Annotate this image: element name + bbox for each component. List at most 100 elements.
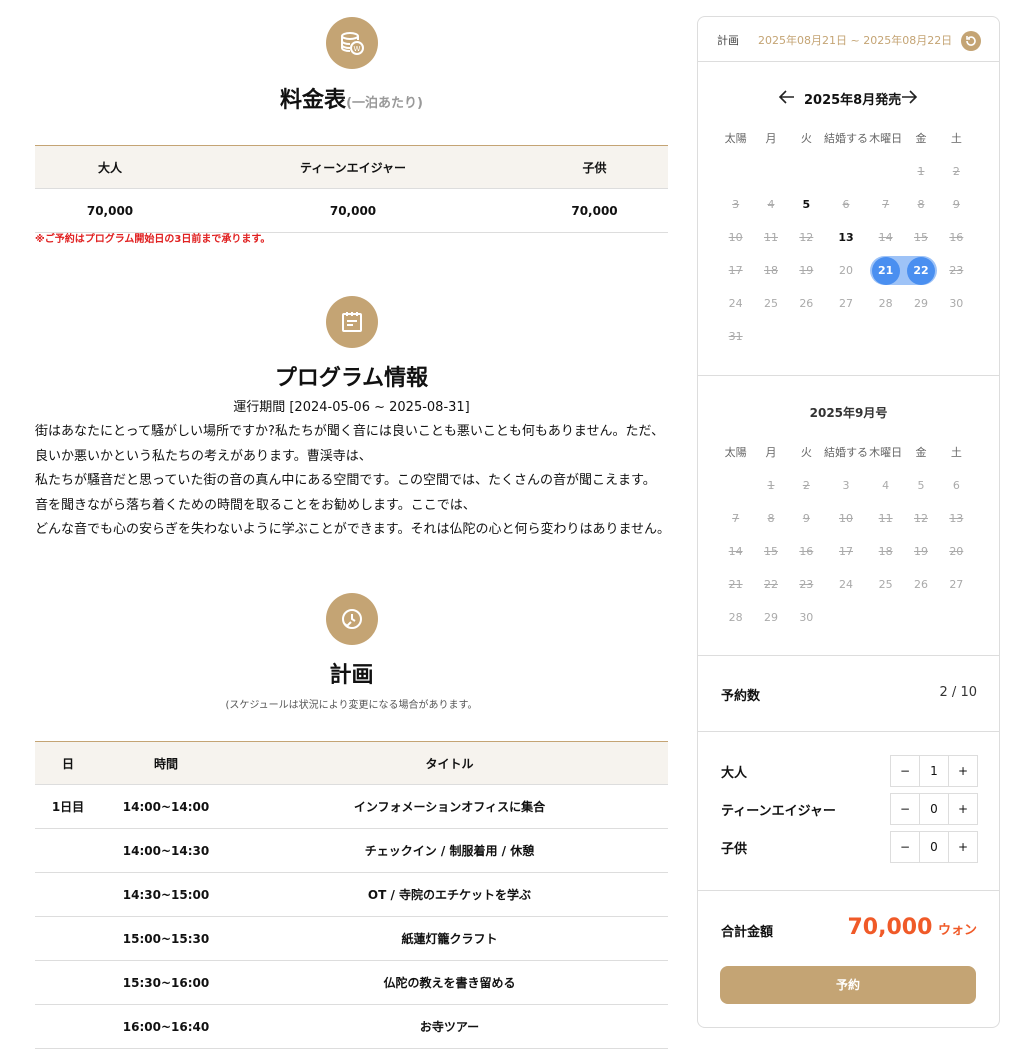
calendar-day: 3: [732, 198, 740, 211]
calendar-day: 2: [802, 479, 810, 492]
calendar-day: 20: [949, 545, 964, 558]
coins-icon: W: [326, 17, 378, 69]
schedule-header-time: 時間: [101, 741, 231, 785]
calendar-day: 29: [763, 611, 778, 624]
plus-icon[interactable]: +: [949, 794, 977, 824]
calendar-day: 11: [878, 512, 893, 525]
calendar-day: 12: [799, 231, 814, 244]
calendar-day: 4: [882, 479, 890, 492]
calendar-day: 27: [949, 578, 964, 591]
calendar-day: 27: [838, 297, 853, 310]
weekday-header: 結婚する: [823, 446, 868, 459]
calendar-day: 4: [767, 198, 775, 211]
calendar-day: 6: [842, 198, 850, 211]
calendar-day: 22: [763, 578, 778, 591]
calendar-day: 18: [878, 545, 893, 558]
calendar-empty: [824, 155, 868, 188]
calendar-day: 19: [799, 264, 814, 277]
fee-header-child: 子供: [521, 145, 668, 189]
adult-stepper[interactable]: − 1 +: [890, 755, 978, 787]
total-label: 合計金額: [721, 925, 774, 940]
calendar-empty: [868, 155, 903, 188]
plus-icon[interactable]: +: [949, 756, 977, 786]
table-row: 14:30~15:00 OT / 寺院のエチケットを学ぶ: [35, 872, 668, 917]
schedule-note: (スケジュールは状況により変更になる場合があります。: [225, 700, 478, 711]
fee-header-adult: 大人: [35, 145, 185, 189]
calendar-day: 7: [732, 512, 740, 525]
prev-month-button[interactable]: [778, 88, 796, 111]
calendar-day: 10: [728, 231, 743, 244]
reset-icon[interactable]: [961, 31, 981, 51]
teen-label: ティーンエイジャー: [721, 804, 836, 819]
calendar-day: 17: [728, 264, 743, 277]
fee-teen: 70,000: [185, 188, 521, 233]
calendar-day: 9: [802, 512, 810, 525]
calendar-day: 24: [728, 297, 743, 310]
adult-count: 1: [919, 756, 949, 786]
calendar-day: 25: [878, 578, 893, 591]
calendar-day[interactable]: 21: [868, 254, 904, 287]
calendar-september: 太陽月火結婚する 木曜日金土 1 2 3 4 5 6 7 8 9 10 11 12 13 14 15 16 17 18…: [718, 436, 974, 634]
calendar-day[interactable]: 13: [824, 221, 868, 254]
next-month-button[interactable]: [900, 88, 918, 110]
fee-header-teen: ティーンエイジャー: [185, 145, 521, 189]
child-count: 0: [919, 832, 949, 862]
calendar-empty: [718, 469, 753, 502]
fee-adult: 70,000: [35, 188, 185, 233]
calendar-day: 1: [767, 479, 775, 492]
clock-check-icon: [326, 593, 378, 645]
total-price: 70,000 ウォン: [848, 915, 978, 940]
plan-label: 計画: [717, 34, 739, 47]
weekday-header: 木曜日: [869, 446, 903, 459]
calendar-day: 28: [728, 611, 743, 624]
calendar-august: 太陽月火結婚する 木曜日金土 1 2 3 4 5 6 7 8 9 10 11 12 13 14 15 16 17 18…: [718, 122, 974, 353]
plan-range: 2025年08月21日 ~ 2025年08月22日: [758, 34, 953, 47]
program-description: 街はあなたにとって騒がしい場所ですか?私たちが聞く音には良いことも悪いことも何も…: [35, 420, 675, 543]
calendar-day: 28: [878, 297, 893, 310]
calendar-day: 7: [882, 198, 890, 211]
calendar-day: 14: [728, 545, 743, 558]
calendar-day: 16: [949, 231, 964, 244]
total-amount: 70,000: [847, 915, 933, 940]
calendar-day: 31: [728, 330, 743, 343]
calendar-day: 16: [799, 545, 814, 558]
schedule-header-title: タイトル: [231, 741, 668, 785]
calendar-day: 25: [763, 297, 778, 310]
calendar-day: 15: [913, 231, 928, 244]
calendar-day: 20: [838, 264, 853, 277]
child-stepper[interactable]: − 0 +: [890, 831, 978, 863]
calendar-empty: [718, 155, 753, 188]
program-line: 良いか悪いかという私たちの考えがあります。曹渓寺は、: [35, 448, 372, 464]
calendar-day: 17: [838, 545, 853, 558]
minus-icon[interactable]: −: [891, 794, 919, 824]
table-row: 15:00~15:30 紙蓮灯籠クラフト: [35, 916, 668, 961]
calendar-day: 26: [799, 297, 814, 310]
calendar-day: 29: [913, 297, 928, 310]
table-row: 14:00~14:30 チェックイン / 制服着用 / 休憩: [35, 828, 668, 873]
teen-stepper[interactable]: − 0 +: [890, 793, 978, 825]
reserve-button[interactable]: 予約: [720, 966, 976, 1004]
weekday-header: 木曜日: [869, 132, 903, 145]
adult-label: 大人: [721, 766, 748, 781]
calendar-day: 8: [767, 512, 775, 525]
child-label: 子供: [721, 842, 748, 857]
booking-sidebar: 計画 2025年08月21日 ~ 2025年08月22日 2025年8月発売 太…: [697, 16, 1000, 1028]
weekday-header: 土: [950, 132, 962, 145]
plus-icon[interactable]: +: [949, 832, 977, 862]
calendar-day: 2: [952, 165, 960, 178]
calendar-day: 23: [799, 578, 814, 591]
calendar-day: 12: [913, 512, 928, 525]
calendar-day[interactable]: 5: [789, 188, 824, 221]
calendar-day: 10: [838, 512, 853, 525]
program-title: プログラム情報: [274, 366, 429, 391]
calendar-day: 30: [949, 297, 964, 310]
calendar-empty: [753, 155, 788, 188]
calendar-day: 11: [763, 231, 778, 244]
calendar-day[interactable]: 22: [903, 254, 938, 287]
calendar-day: 1: [917, 165, 925, 178]
calendar-day: 18: [763, 264, 778, 277]
minus-icon[interactable]: −: [891, 832, 919, 862]
calendar-empty: [789, 155, 824, 188]
minus-icon[interactable]: −: [891, 756, 919, 786]
calendar-day: 9: [952, 198, 960, 211]
